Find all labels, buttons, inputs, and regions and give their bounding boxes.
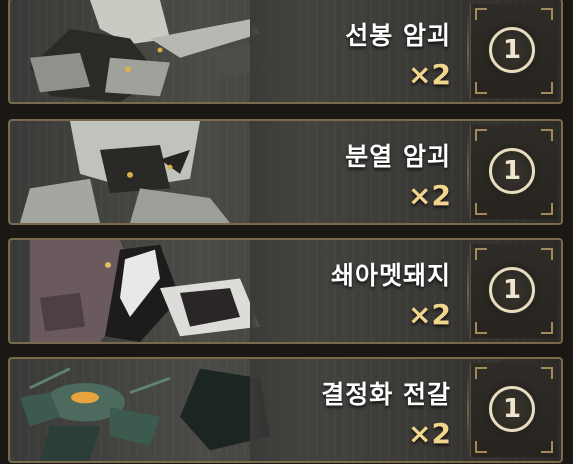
enemy-portrait — [10, 359, 310, 461]
corner-ornament — [541, 203, 553, 215]
corner-ornament — [541, 441, 553, 453]
enemy-count: ×2 — [408, 298, 451, 331]
enemy-card[interactable]: 분열 암괴 ×2 1 — [8, 119, 563, 225]
tier-box: 1 — [470, 125, 557, 219]
tier-box: 1 — [470, 4, 557, 98]
enemy-name: 결정화 전갈 — [321, 380, 451, 409]
tier-badge: 1 — [489, 27, 535, 73]
enemy-count: ×2 — [408, 179, 451, 212]
corner-ornament — [475, 248, 487, 260]
corner-ornament — [475, 82, 487, 94]
divider — [467, 10, 469, 92]
tier-badge: 1 — [489, 148, 535, 194]
tier-box: 1 — [470, 244, 557, 338]
divider — [467, 369, 469, 451]
enemy-portrait — [10, 121, 310, 223]
enemy-list: 선봉 암괴 ×2 1 분열 암괴 ×2 1 쇄아멧돼지 ×2 1 결정화 전갈 … — [0, 0, 573, 464]
corner-ornament — [541, 8, 553, 20]
corner-ornament — [475, 203, 487, 215]
divider — [467, 131, 469, 213]
enemy-name: 분열 암괴 — [345, 142, 451, 171]
corner-ornament — [541, 248, 553, 260]
corner-ornament — [475, 367, 487, 379]
corner-ornament — [475, 8, 487, 20]
enemy-name: 선봉 암괴 — [345, 21, 451, 50]
corner-ornament — [541, 129, 553, 141]
enemy-card[interactable]: 쇄아멧돼지 ×2 1 — [8, 238, 563, 344]
enemy-portrait — [10, 0, 310, 102]
corner-ornament — [475, 129, 487, 141]
divider — [467, 250, 469, 332]
corner-ornament — [475, 322, 487, 334]
enemy-card[interactable]: 결정화 전갈 ×2 1 — [8, 357, 563, 463]
corner-ornament — [541, 322, 553, 334]
enemy-count: ×2 — [408, 58, 451, 91]
tier-badge: 1 — [489, 267, 535, 313]
corner-ornament — [541, 82, 553, 94]
tier-badge: 1 — [489, 386, 535, 432]
enemy-portrait — [10, 240, 310, 342]
enemy-card[interactable]: 선봉 암괴 ×2 1 — [8, 0, 563, 104]
corner-ornament — [541, 367, 553, 379]
corner-ornament — [475, 441, 487, 453]
enemy-name: 쇄아멧돼지 — [330, 261, 451, 290]
tier-box: 1 — [470, 363, 557, 457]
enemy-count: ×2 — [408, 417, 451, 450]
